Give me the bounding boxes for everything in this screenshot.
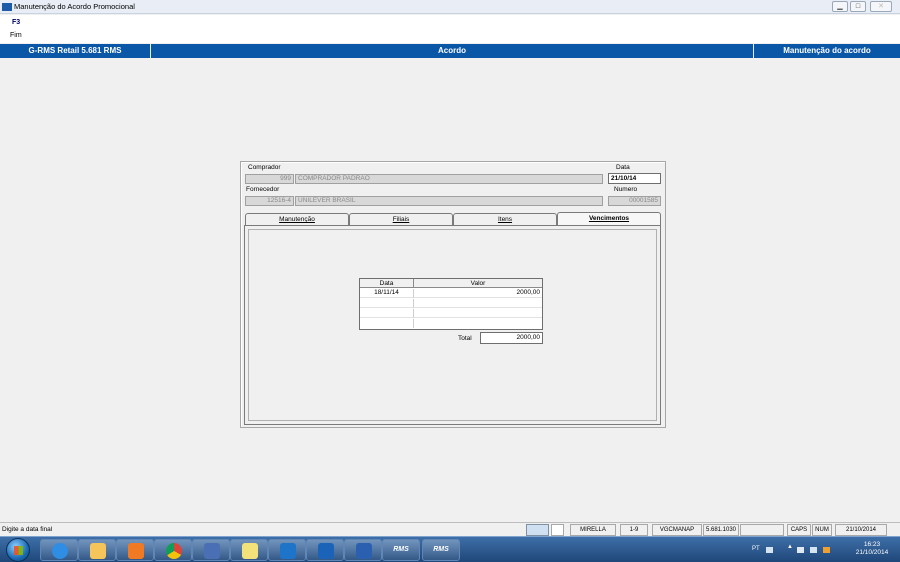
- status-user: MIRELLA: [570, 524, 616, 536]
- menu-bar: F3 Fim: [0, 15, 900, 43]
- status-caps: CAPS: [787, 524, 811, 536]
- grid-cell-empty[interactable]: [360, 299, 414, 308]
- grid-row-empty[interactable]: [360, 309, 542, 318]
- grid-cell-valor[interactable]: 2000,00: [415, 289, 542, 298]
- total-field: 2000,00: [480, 332, 543, 344]
- numero-label: Numero: [614, 186, 638, 193]
- tab-filiais-label: Filiais: [392, 216, 410, 223]
- tab-itens-label: Itens: [497, 216, 513, 223]
- app-icon-infinity[interactable]: [192, 539, 230, 561]
- chevron-up-icon[interactable]: ▲: [787, 544, 793, 550]
- grid-row-empty[interactable]: [360, 319, 542, 328]
- app-icon: [2, 3, 12, 11]
- rms-label: RMS: [433, 546, 449, 553]
- rms-app-button[interactable]: RMS: [382, 539, 420, 561]
- maximize-button[interactable]: □: [850, 1, 866, 12]
- minimize-button[interactable]: ▁: [832, 1, 848, 12]
- comprador-label: Comprador: [248, 164, 281, 171]
- header-module: Acordo: [151, 44, 754, 58]
- grid-row[interactable]: 18/11/14 2000,00: [360, 289, 542, 298]
- tab-vencimentos[interactable]: Vencimentos: [557, 212, 661, 225]
- volume-icon[interactable]: [823, 547, 830, 553]
- rms-label: RMS: [393, 546, 409, 553]
- internet-explorer-icon[interactable]: [40, 539, 78, 561]
- column-header-data[interactable]: Data: [360, 279, 414, 288]
- tab-filiais[interactable]: Filiais: [349, 213, 453, 225]
- grid-cell-empty[interactable]: [360, 319, 414, 328]
- window-title: Manutenção do Acordo Promocional: [14, 2, 135, 11]
- chrome-icon[interactable]: [154, 539, 192, 561]
- media-player-icon[interactable]: [116, 539, 154, 561]
- header-screen: Manutenção do acordo: [783, 46, 871, 55]
- word-icon[interactable]: [344, 539, 382, 561]
- total-label: Total: [458, 335, 472, 342]
- status-empty: [740, 524, 784, 536]
- windows-explorer-icon[interactable]: [78, 539, 116, 561]
- status-range: 1-9: [620, 524, 648, 536]
- status-message: Digite a data final: [2, 526, 53, 533]
- tab-itens[interactable]: Itens: [453, 213, 557, 225]
- tab-manutencao[interactable]: Manutenção: [245, 213, 349, 225]
- fornecedor-name-field: UNILEVER BRASIL: [295, 196, 603, 206]
- status-version: 5.681.1030: [703, 524, 739, 536]
- outlook-icon[interactable]: [306, 539, 344, 561]
- clock-time: 16:23: [863, 541, 881, 548]
- network-icon[interactable]: [810, 547, 817, 553]
- menu-item-fim[interactable]: Fim: [10, 32, 22, 39]
- fornecedor-label: Fornecedor: [246, 186, 280, 193]
- tab-manutencao-label: Manutenção: [279, 216, 315, 223]
- header-app-name: G-RMS Retail 5.681 RMS: [0, 44, 151, 58]
- grid-row-empty[interactable]: [360, 299, 542, 308]
- system-tray: PT ▲ 16:23 21/10/2014: [735, 537, 900, 562]
- system-clock[interactable]: 16:23 21/10/2014: [849, 541, 895, 557]
- document-icon: [551, 524, 564, 536]
- sticky-notes-icon[interactable]: [230, 539, 268, 561]
- numero-field: 00001585: [608, 196, 661, 206]
- tab-vencimentos-label: Vencimentos: [588, 215, 630, 222]
- rms-app-button-active[interactable]: RMS: [422, 539, 460, 561]
- vencimentos-grid[interactable]: Data Valor 18/11/14 2000,00: [359, 278, 543, 330]
- status-date: 21/10/2014: [835, 524, 887, 536]
- fornecedor-code-field: 12516-4: [245, 196, 294, 206]
- status-bar: Digite a data final MIRELLA 1-9 VGCMANAP…: [0, 522, 900, 536]
- module-header: G-RMS Retail 5.681 RMS Acordo Manutenção…: [0, 44, 900, 58]
- grid-cell-data[interactable]: 18/11/14: [360, 289, 414, 298]
- flag-icon[interactable]: [797, 547, 804, 553]
- clock-date: 21/10/2014: [855, 549, 889, 556]
- status-image-icon: [526, 524, 549, 536]
- column-header-valor[interactable]: Valor: [414, 279, 542, 288]
- lync-icon[interactable]: [268, 539, 306, 561]
- language-indicator[interactable]: PT: [752, 546, 760, 552]
- window-titlebar: Manutenção do Acordo Promocional ▁ □ ✕: [0, 0, 900, 14]
- comprador-code-field: 999: [245, 174, 294, 184]
- data-input[interactable]: 21/10/14: [608, 173, 661, 184]
- keyboard-icon[interactable]: [766, 547, 773, 553]
- close-button[interactable]: ✕: [870, 1, 892, 12]
- start-button[interactable]: [6, 538, 30, 562]
- comprador-name-field: COMPRADOR PADRAO: [295, 174, 603, 184]
- menu-shortcut-key[interactable]: F3: [12, 19, 20, 26]
- status-num: NUM: [812, 524, 832, 536]
- windows-taskbar: RMS RMS PT ▲ 16:23 21/10/2014: [0, 536, 900, 562]
- grid-cell-empty[interactable]: [360, 309, 414, 318]
- status-program: VGCMANAP: [652, 524, 702, 536]
- data-label: Data: [616, 164, 630, 171]
